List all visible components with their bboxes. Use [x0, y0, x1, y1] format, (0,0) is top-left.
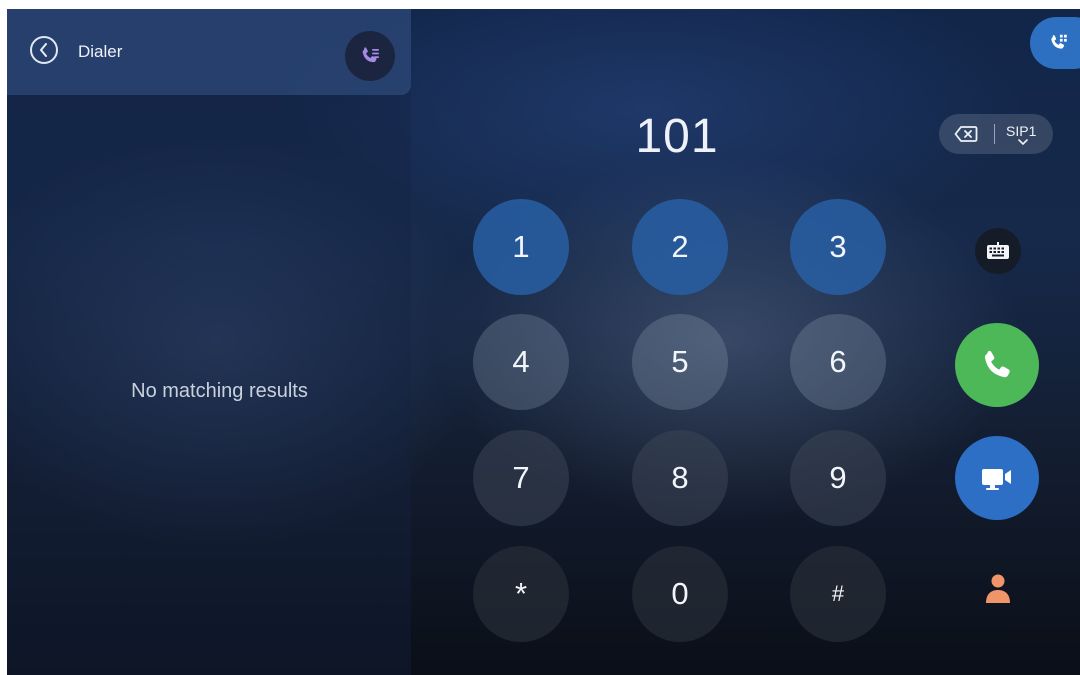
- key-4[interactable]: 4: [473, 314, 569, 410]
- search-results-panel: Dialer No matching results: [7, 9, 411, 675]
- key-5[interactable]: 5: [632, 314, 728, 410]
- no-results-message: No matching results: [131, 380, 308, 402]
- video-call-button[interactable]: [955, 436, 1039, 520]
- key-8[interactable]: 8: [632, 430, 728, 526]
- contact-icon: [986, 574, 1010, 603]
- contacts-button[interactable]: [973, 564, 1023, 614]
- audio-call-button[interactable]: [955, 323, 1039, 407]
- dialpad-call-icon: [1051, 34, 1067, 49]
- call-history-icon: [362, 47, 379, 63]
- key-1[interactable]: 1: [473, 199, 569, 295]
- line-selector: SIP1: [939, 114, 1053, 154]
- key-star[interactable]: *: [473, 546, 569, 642]
- key-0[interactable]: 0: [632, 546, 728, 642]
- dialpad-toggle-button[interactable]: [1030, 17, 1080, 69]
- sip-line-label[interactable]: SIP1: [1006, 123, 1036, 139]
- dialer-screen: Dialer No matching results 101 SIP1 1 2 …: [7, 9, 1080, 675]
- keyboard-button[interactable]: [975, 228, 1021, 274]
- phone-icon: [984, 350, 1010, 378]
- backspace-icon[interactable]: [954, 125, 978, 143]
- video-camera-icon: [982, 469, 1011, 490]
- key-7[interactable]: 7: [473, 430, 569, 526]
- pill-divider: [994, 124, 995, 144]
- key-2[interactable]: 2: [632, 199, 728, 295]
- chevron-left-icon: [40, 43, 47, 57]
- keyboard-icon: [987, 242, 1009, 259]
- back-button[interactable]: [30, 36, 58, 64]
- key-3[interactable]: 3: [790, 199, 886, 295]
- call-history-button[interactable]: [345, 31, 395, 81]
- chevron-down-icon[interactable]: [1018, 139, 1028, 145]
- key-9[interactable]: 9: [790, 430, 886, 526]
- key-hash[interactable]: #: [790, 546, 886, 642]
- page-title: Dialer: [78, 42, 123, 61]
- dialed-number: 101: [635, 110, 719, 163]
- key-6[interactable]: 6: [790, 314, 886, 410]
- dialer-header: Dialer: [7, 9, 411, 95]
